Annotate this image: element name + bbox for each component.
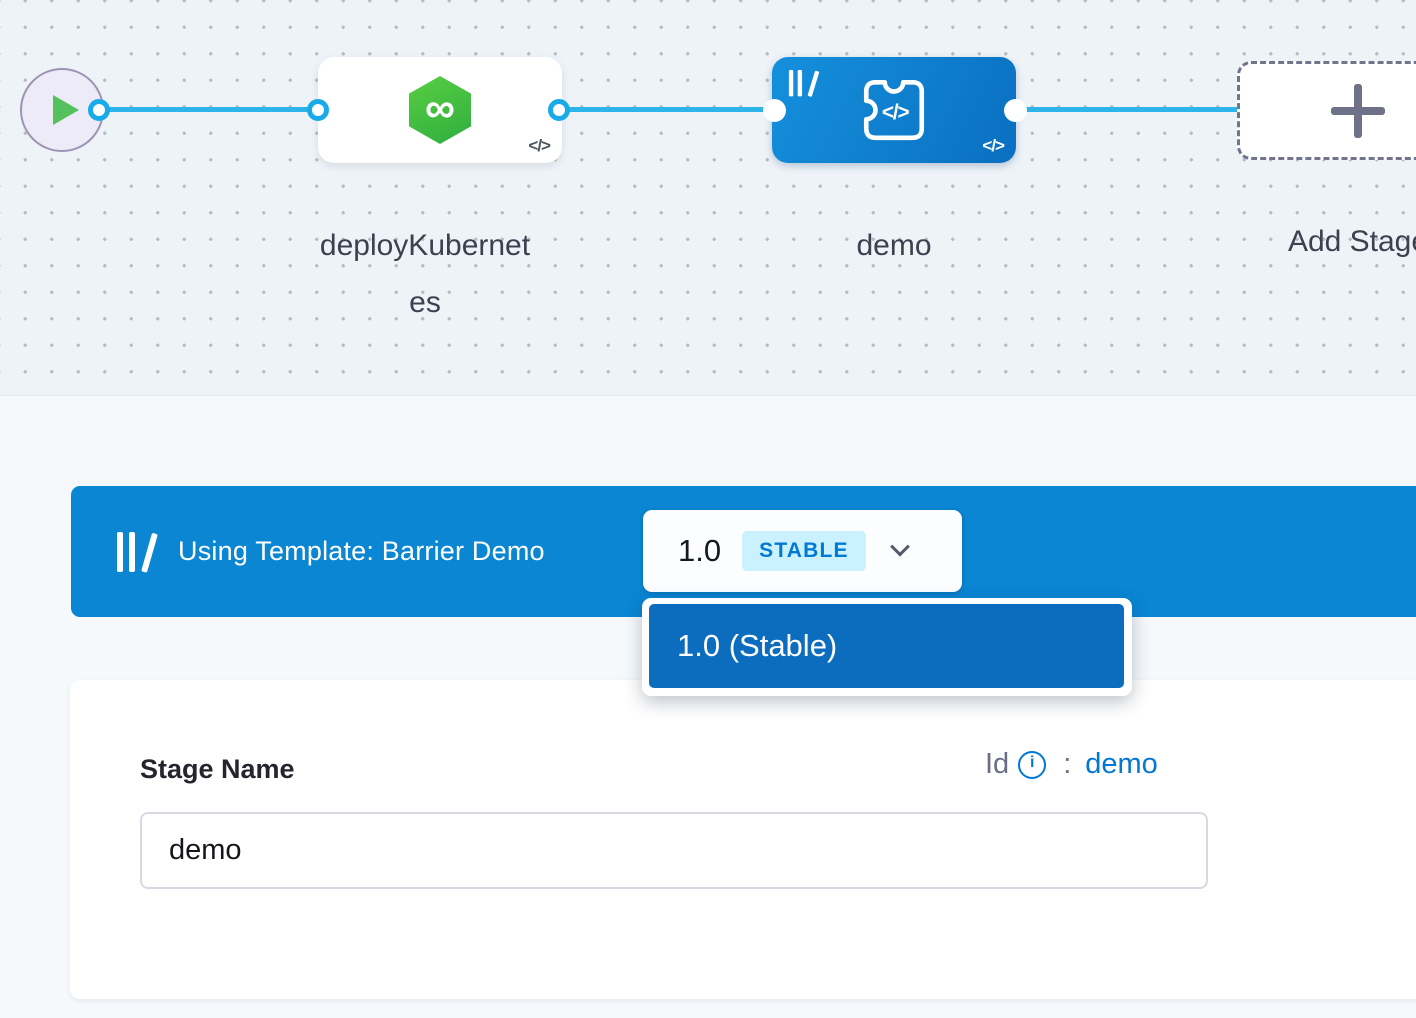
code-toggle-icon[interactable]: </> — [982, 136, 1004, 156]
id-label: Id — [985, 748, 1009, 781]
edge-deploy-to-demo — [559, 107, 775, 112]
template-library-icon — [115, 532, 151, 572]
port-start-out[interactable] — [88, 99, 110, 121]
template-library-icon — [788, 70, 816, 96]
edge-demo-to-addstage — [1014, 107, 1240, 112]
stage-id-value[interactable]: demo — [1085, 748, 1158, 781]
code-glyph-center: </> — [882, 101, 910, 124]
using-template-text: Using Template: Barrier Demo — [178, 536, 545, 567]
edge-start-to-deploy — [99, 107, 318, 112]
code-toggle-icon[interactable]: </> — [528, 136, 550, 156]
port-deploy-out[interactable] — [548, 99, 570, 121]
infinity-glyph: ∞ — [425, 87, 455, 129]
stage-name-input[interactable] — [140, 812, 1208, 889]
version-number: 1.0 — [678, 533, 721, 569]
stage-node-deploykubernetes[interactable]: ∞ </> — [318, 57, 562, 163]
stage-label-deploykubernetes[interactable]: deployKubernetes — [314, 217, 536, 331]
add-stage-button[interactable] — [1237, 61, 1416, 160]
harness-cd-hexagon-icon: ∞ — [409, 76, 471, 144]
port-deploy-in[interactable] — [307, 99, 329, 121]
stage-overview-card: Stage Name Id : demo — [70, 680, 1416, 999]
pipeline-canvas[interactable]: ∞ </> </> </> deployKubernetes demo Add … — [0, 0, 1416, 396]
info-icon[interactable] — [1018, 751, 1046, 779]
id-separator: : — [1063, 748, 1071, 781]
add-stage-label[interactable]: Add Stage — [1237, 213, 1416, 270]
stage-name-label: Stage Name — [140, 754, 295, 785]
port-demo-in[interactable] — [763, 99, 786, 122]
stage-label-demo[interactable]: demo — [772, 217, 1016, 274]
version-dropdown-menu: 1.0 (Stable) — [642, 598, 1132, 696]
plus-icon — [1329, 82, 1387, 140]
port-demo-out[interactable] — [1004, 99, 1027, 122]
play-icon — [53, 95, 79, 125]
custom-stage-icon: </> — [857, 73, 931, 147]
template-version-selector[interactable]: 1.0 STABLE — [643, 510, 962, 592]
stage-node-demo[interactable]: </> </> — [772, 57, 1016, 163]
stable-badge: STABLE — [742, 531, 866, 571]
version-dropdown-item[interactable]: 1.0 (Stable) — [649, 604, 1124, 688]
chevron-down-icon — [890, 537, 910, 557]
stage-id-row: Id : demo — [985, 748, 1158, 781]
pipeline-stage-editor: ∞ </> </> </> deployKubernetes demo Add … — [0, 0, 1416, 1018]
